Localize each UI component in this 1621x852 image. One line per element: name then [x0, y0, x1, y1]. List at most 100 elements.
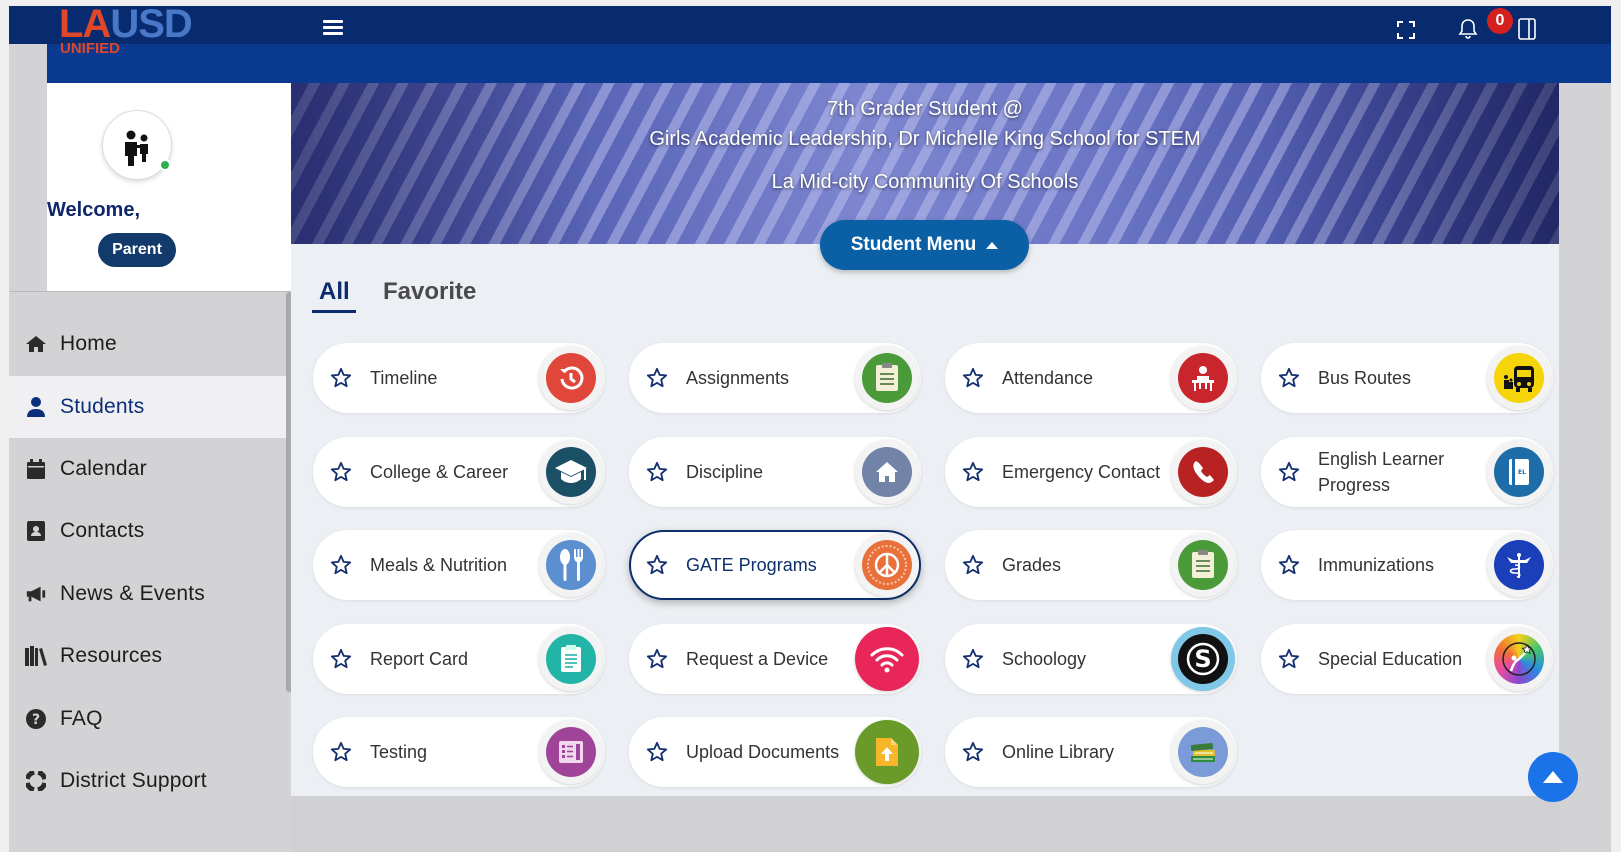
card-label: Special Education: [1318, 649, 1463, 669]
card-label: Online Library: [1002, 742, 1115, 762]
card-testing[interactable]: Testing: [313, 717, 605, 787]
card-attendance[interactable]: Attendance: [945, 343, 1237, 413]
card-label: Assignments: [686, 368, 790, 388]
school-name: Girls Academic Leadership, Dr Michelle K…: [649, 128, 1201, 150]
favorite-star-icon[interactable]: [330, 554, 352, 576]
card-request-device[interactable]: Request a Device: [629, 624, 921, 694]
card-grades[interactable]: Grades: [945, 530, 1237, 600]
sidebar-item-students[interactable]: Students: [9, 376, 294, 438]
caret-up-icon: [986, 241, 999, 249]
card-label: Discipline: [686, 462, 764, 482]
card-online-library[interactable]: Online Library: [945, 717, 1237, 787]
favorite-star-icon[interactable]: [646, 554, 668, 576]
card-schoology[interactable]: Schoology S: [945, 624, 1237, 694]
svg-text:EL: EL: [1518, 469, 1526, 476]
app-frame: LAUSD UNIFIED 0 Welcome, Parent Home Stu…: [9, 6, 1611, 852]
card-timeline[interactable]: Timeline: [313, 343, 605, 413]
logo-subtitle: UNIFIED: [60, 40, 120, 57]
card-emergency-contact[interactable]: Emergency Contact: [945, 437, 1237, 507]
upload-icon: [862, 727, 912, 777]
favorite-star-icon[interactable]: [1278, 367, 1300, 389]
megaphone-icon: [25, 583, 47, 605]
card-label: Upload Documents: [686, 742, 840, 762]
panel-toggle-icon[interactable]: [1518, 18, 1536, 45]
sidebar-item-label: District Support: [60, 769, 207, 792]
testing-icon: [546, 727, 596, 777]
menu-toggle-icon[interactable]: [323, 20, 343, 36]
card-label: English Learner Progress: [1318, 449, 1445, 495]
scroll-to-top-button[interactable]: [1528, 752, 1578, 802]
sidebar-item-label: Contacts: [60, 519, 145, 542]
home-icon: [25, 333, 47, 355]
tab-favorite[interactable]: Favorite: [383, 278, 476, 306]
card-label: Attendance: [1002, 368, 1094, 388]
sidebar-item-news-events[interactable]: News & Events: [9, 563, 294, 625]
favorite-star-icon[interactable]: [646, 367, 668, 389]
sidebar-item-home[interactable]: Home: [9, 313, 294, 375]
favorite-star-icon[interactable]: [962, 461, 984, 483]
grades-icon: [1178, 540, 1228, 590]
favorite-star-icon[interactable]: [1278, 461, 1300, 483]
online-status-dot: [159, 159, 171, 171]
favorite-star-icon[interactable]: [962, 741, 984, 763]
card-report-card[interactable]: Report Card: [313, 624, 605, 694]
sidebar-item-district-support[interactable]: District Support: [9, 750, 294, 812]
card-discipline[interactable]: Discipline: [629, 437, 921, 507]
favorite-star-icon[interactable]: [330, 741, 352, 763]
card-upload-documents[interactable]: Upload Documents: [629, 717, 921, 787]
bell-icon[interactable]: [1458, 18, 1478, 45]
card-special-education[interactable]: Special Education: [1261, 624, 1553, 694]
card-immunizations[interactable]: Immunizations: [1261, 530, 1553, 600]
top-header: [9, 6, 1611, 44]
favorite-star-icon[interactable]: [330, 367, 352, 389]
student-menu-label: Student Menu: [850, 234, 977, 255]
timeline-icon: [546, 353, 596, 403]
footer-area: [291, 796, 1559, 852]
fullscreen-icon[interactable]: [1397, 21, 1415, 44]
card-gate-programs[interactable]: GATE Programs: [629, 530, 921, 600]
student-menu-button[interactable]: Student Menu: [820, 220, 1029, 270]
tab-all[interactable]: All: [319, 278, 350, 306]
favorite-star-icon[interactable]: [646, 741, 668, 763]
calendar-icon: [25, 458, 47, 480]
favorite-star-icon[interactable]: [646, 461, 668, 483]
question-icon: ?: [25, 708, 47, 730]
card-label: Bus Routes: [1318, 368, 1412, 388]
favorite-star-icon[interactable]: [962, 648, 984, 670]
header-subbar: [47, 44, 1611, 83]
card-college-career[interactable]: College & Career: [313, 437, 605, 507]
card-label: Immunizations: [1318, 555, 1435, 575]
sidebar-item-calendar[interactable]: Calendar: [9, 438, 294, 500]
lifebuoy-icon: [25, 770, 47, 792]
schoology-icon: S: [1178, 634, 1228, 684]
user-icon: [25, 396, 47, 418]
sidebar-item-label: Calendar: [60, 457, 147, 480]
card-meals-nutrition[interactable]: Meals & Nutrition: [313, 530, 605, 600]
sidebar-divider: [9, 291, 294, 292]
card-label: Emergency Contact: [1002, 462, 1161, 482]
lausd-logo[interactable]: LAUSD: [59, 6, 193, 44]
graduation-cap-icon: [546, 447, 596, 497]
favorite-star-icon[interactable]: [646, 648, 668, 670]
community-name: La Mid-city Community Of Schools: [771, 171, 1079, 193]
sidebar-item-label: Students: [60, 395, 145, 418]
sidebar-item-label: FAQ: [60, 707, 103, 730]
favorite-star-icon[interactable]: [330, 461, 352, 483]
card-bus-routes[interactable]: Bus Routes: [1261, 343, 1553, 413]
favorite-star-icon[interactable]: [1278, 648, 1300, 670]
sidebar-item-contacts[interactable]: Contacts: [9, 500, 294, 562]
sidebar-item-resources[interactable]: Resources: [9, 625, 294, 687]
welcome-text: Welcome,: [47, 199, 140, 221]
book-icon: EL: [1494, 447, 1544, 497]
card-label: Report Card: [370, 649, 469, 669]
card-english-learner-progress[interactable]: English Learner Progress EL: [1261, 437, 1553, 507]
contact-card-icon: [25, 520, 47, 542]
favorite-star-icon[interactable]: [962, 554, 984, 576]
favorite-star-icon[interactable]: [330, 648, 352, 670]
card-assignments[interactable]: Assignments: [629, 343, 921, 413]
favorite-star-icon[interactable]: [962, 367, 984, 389]
favorite-star-icon[interactable]: [1278, 554, 1300, 576]
wifi-icon: [862, 634, 912, 684]
sidebar-item-faq[interactable]: ? FAQ: [9, 688, 294, 750]
role-badge: Parent: [98, 233, 176, 267]
